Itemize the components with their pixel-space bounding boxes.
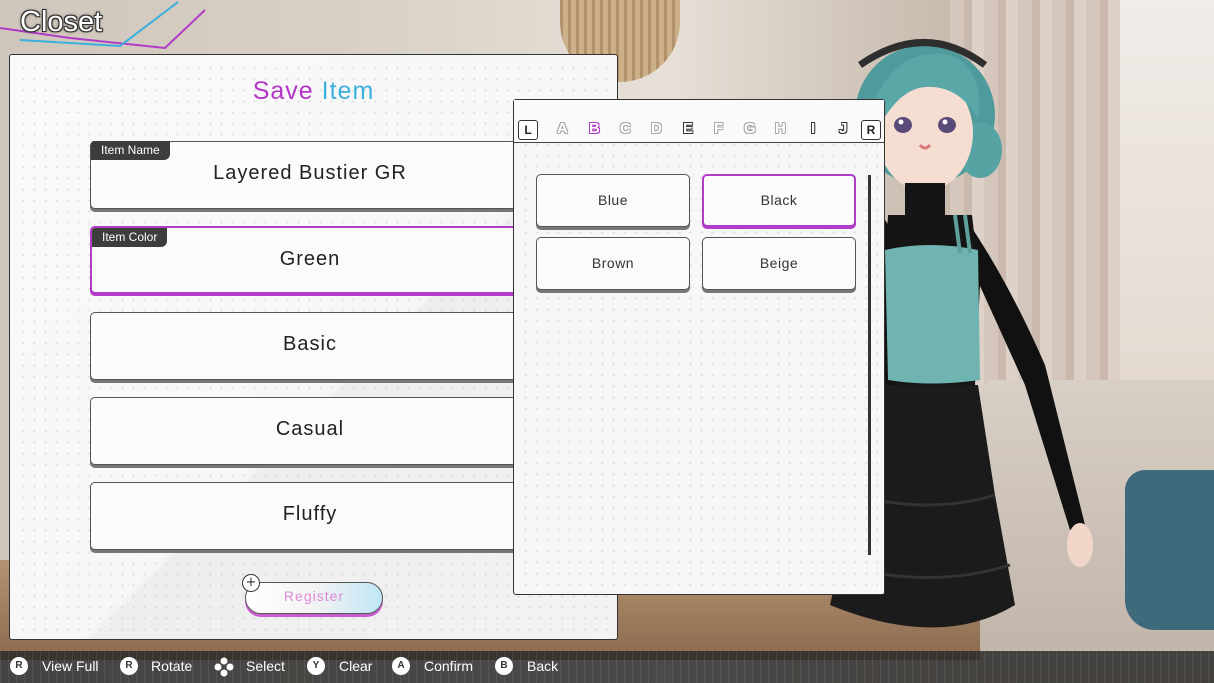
item-texture-value: Fluffy bbox=[282, 503, 338, 525]
right-stick-press-icon: R bbox=[10, 657, 28, 675]
color-option-beige[interactable]: Beige bbox=[702, 237, 856, 290]
color-option-label: Blue bbox=[597, 192, 629, 208]
hint-confirm: Confirm bbox=[424, 658, 474, 674]
letter-tab-a[interactable]: A bbox=[557, 120, 568, 137]
right-stick-rotate-icon: R bbox=[120, 657, 138, 675]
shoulder-l-button-icon[interactable]: L bbox=[518, 120, 538, 140]
control-hints-bar: R View Full R Rotate Select Y Clear A Co… bbox=[0, 651, 1214, 683]
a-button-icon: A bbox=[392, 657, 410, 675]
shoulder-r-button-icon[interactable]: R bbox=[861, 120, 881, 140]
panel-title-part-2: Item bbox=[321, 77, 375, 105]
letter-tab-i[interactable]: I bbox=[811, 120, 815, 137]
hint-back: Back bbox=[527, 658, 559, 674]
letter-tab-d[interactable]: D bbox=[651, 120, 662, 137]
color-list-scrollbar[interactable] bbox=[868, 175, 871, 555]
item-color-value: Green bbox=[279, 248, 341, 270]
letter-tab-f[interactable]: F bbox=[714, 120, 723, 137]
hint-select: Select bbox=[246, 658, 285, 674]
color-option-black[interactable]: Black bbox=[702, 174, 856, 227]
item-color-field[interactable]: Item Color Green bbox=[90, 226, 530, 294]
hint-clear: Clear bbox=[339, 658, 373, 674]
hint-view-full: View Full bbox=[42, 658, 99, 674]
background-blanket bbox=[1125, 470, 1214, 630]
register-label: Register bbox=[283, 588, 345, 604]
item-style-value: Casual bbox=[275, 418, 345, 440]
b-button-icon: B bbox=[495, 657, 513, 675]
letter-tab-h[interactable]: H bbox=[775, 120, 786, 137]
letter-tab-g[interactable]: G bbox=[744, 120, 756, 137]
letter-tab-e[interactable]: E bbox=[683, 120, 693, 137]
item-type-field[interactable]: Basic bbox=[90, 312, 530, 380]
background-window bbox=[1120, 0, 1214, 420]
color-picker-panel: L A B C D E F G H I J R Blue Black Brown… bbox=[513, 99, 885, 595]
item-name-value: Layered Bustier GR bbox=[213, 162, 407, 184]
color-option-label: Beige bbox=[759, 255, 799, 271]
letter-tab-c[interactable]: C bbox=[620, 120, 631, 137]
letter-tab-j[interactable]: J bbox=[839, 120, 847, 137]
color-option-brown[interactable]: Brown bbox=[536, 237, 690, 290]
letter-tab-b[interactable]: B bbox=[589, 120, 600, 137]
letter-tab-bar: L A B C D E F G H I J R bbox=[514, 100, 884, 143]
y-button-icon: Y bbox=[307, 657, 325, 675]
item-type-value: Basic bbox=[283, 333, 337, 355]
dpad-icon bbox=[214, 657, 234, 677]
color-option-blue[interactable]: Blue bbox=[536, 174, 690, 227]
panel-title-part-1: Save bbox=[252, 77, 314, 105]
hint-rotate: Rotate bbox=[151, 658, 193, 674]
item-color-tag: Item Color bbox=[92, 228, 168, 247]
color-option-label: Black bbox=[760, 192, 798, 208]
page-title: Closet bbox=[20, 6, 103, 38]
item-texture-field[interactable]: Fluffy bbox=[90, 482, 530, 550]
register-button[interactable]: + Register bbox=[242, 574, 383, 614]
item-name-field[interactable]: Item Name Layered Bustier GR bbox=[90, 141, 530, 209]
item-name-tag: Item Name bbox=[91, 141, 170, 160]
item-style-field[interactable]: Casual bbox=[90, 397, 530, 465]
color-option-label: Brown bbox=[591, 255, 635, 271]
